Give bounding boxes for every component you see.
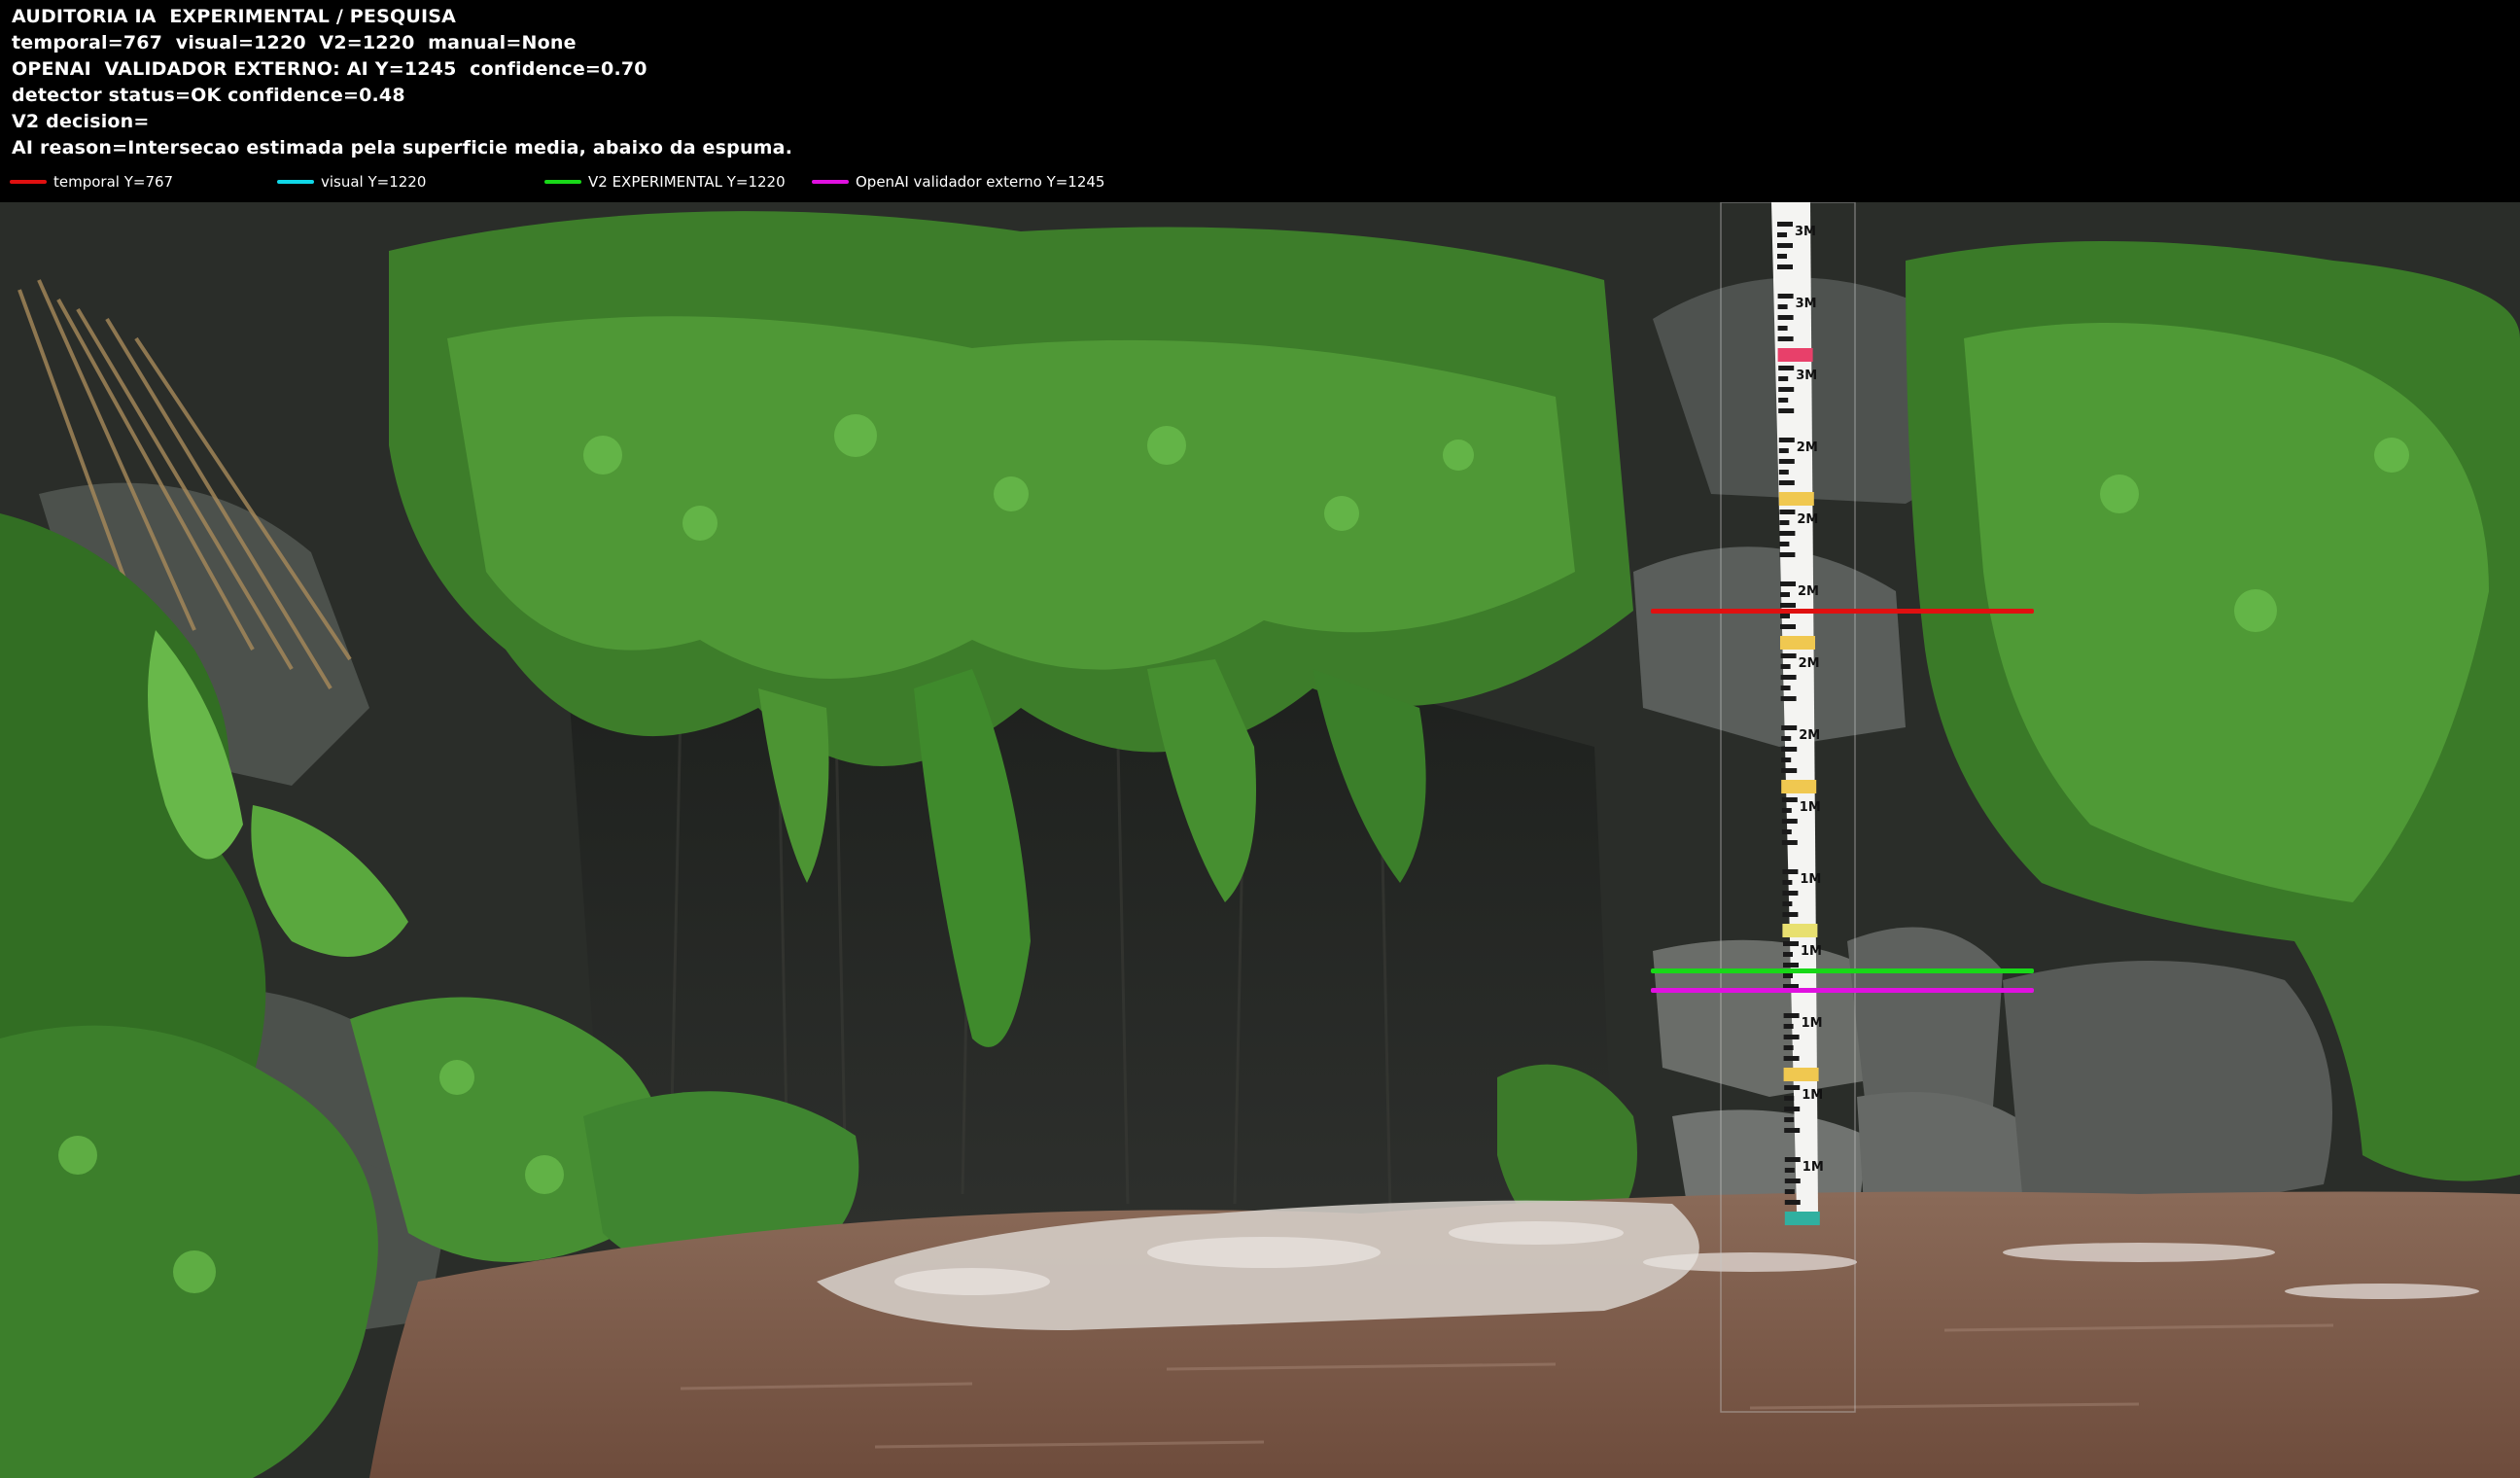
gauge-label: 1M: [1800, 800, 1821, 815]
gauge-label: 1M: [1801, 944, 1822, 959]
legend-label-visual: visual Y=1220: [321, 173, 427, 191]
v2-experimental-line: [1651, 968, 2034, 973]
gauge-label: 1M: [1800, 872, 1821, 887]
legend-label-openai: OpenAI validador externo Y=1245: [856, 173, 1105, 191]
legend-swatch-v2: [544, 180, 581, 184]
header-detector: detector status=OK confidence=0.48: [12, 85, 405, 106]
gauge-label: 3M: [1796, 369, 1817, 383]
gauge-label: 2M: [1797, 512, 1818, 527]
header-title: AUDITORIA IA EXPERIMENTAL / PESQUISA: [12, 6, 457, 27]
gauge-label: 3M: [1795, 225, 1816, 239]
legend-swatch-visual: [277, 180, 314, 184]
gauge-label: 2M: [1799, 728, 1820, 743]
openai-validator-line: [1651, 988, 2034, 993]
header-values: temporal=767 visual=1220 V2=1220 manual=…: [12, 32, 577, 53]
legend-label-v2: V2 EXPERIMENTAL Y=1220: [588, 173, 786, 191]
legend-swatch-temporal: [10, 180, 47, 184]
camera-frame: 3M 3M 3M 2M 2M 2M 2M 2M 1M 1M 1M 1M 1M 1M: [0, 202, 2520, 1478]
gauge-label: 2M: [1799, 656, 1820, 671]
gauge-label: 1M: [1802, 1088, 1823, 1103]
header-ai-reason: AI reason=Intersecao estimada pela super…: [12, 137, 793, 158]
header-openai: OPENAI VALIDADOR EXTERNO: AI Y=1245 conf…: [12, 58, 648, 80]
gauge-label: 1M: [1802, 1160, 1824, 1175]
gauge-label: 3M: [1796, 297, 1817, 311]
legend-swatch-openai: [812, 180, 849, 184]
header-v2-decision: V2 decision=: [12, 111, 150, 132]
river-scene: 3M 3M 3M 2M 2M 2M 2M 2M 1M 1M 1M 1M 1M 1M: [0, 202, 2520, 1478]
gauge-label: 2M: [1798, 584, 1819, 599]
temporal-line: [1651, 609, 2034, 614]
gauge-label: 1M: [1802, 1016, 1823, 1031]
legend-label-temporal: temporal Y=767: [53, 173, 174, 191]
audit-header: AUDITORIA IA EXPERIMENTAL / PESQUISA tem…: [0, 0, 2520, 202]
legend: temporal Y=767 visual Y=1220 V2 EXPERIME…: [0, 171, 2520, 193]
gauge-label: 2M: [1797, 440, 1818, 455]
